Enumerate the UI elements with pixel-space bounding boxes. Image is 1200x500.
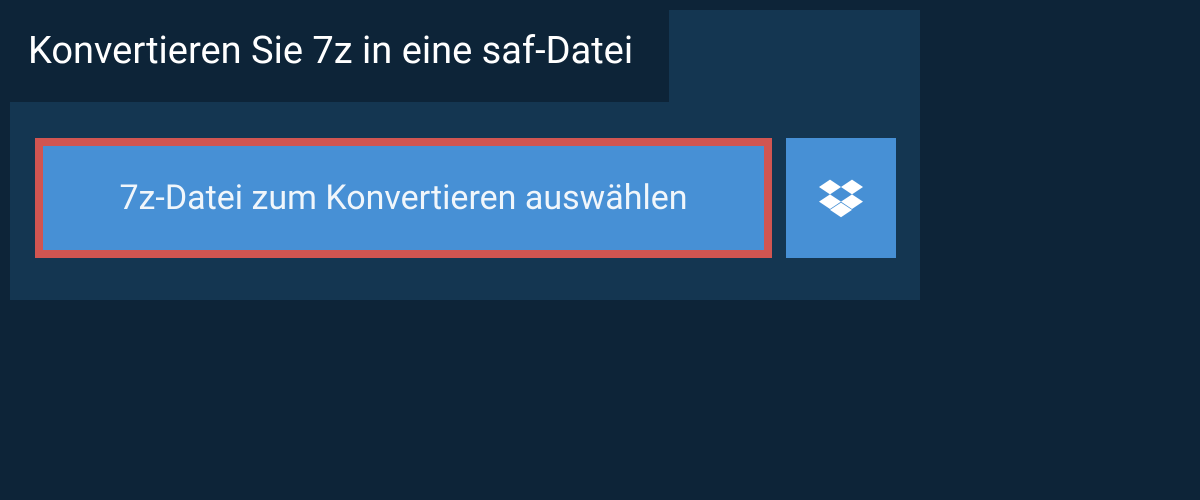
select-file-button[interactable]: 7z-Datei zum Konvertieren auswählen <box>35 138 772 258</box>
select-file-button-label: 7z-Datei zum Konvertieren auswählen <box>119 178 687 218</box>
dropbox-icon <box>819 176 863 220</box>
converter-panel: Konvertieren Sie 7z in eine saf-Datei 7z… <box>10 10 920 300</box>
dropbox-button[interactable] <box>786 138 896 258</box>
page-title: Konvertieren Sie 7z in eine saf-Datei <box>0 0 669 102</box>
upload-controls: 7z-Datei zum Konvertieren auswählen <box>35 138 896 258</box>
